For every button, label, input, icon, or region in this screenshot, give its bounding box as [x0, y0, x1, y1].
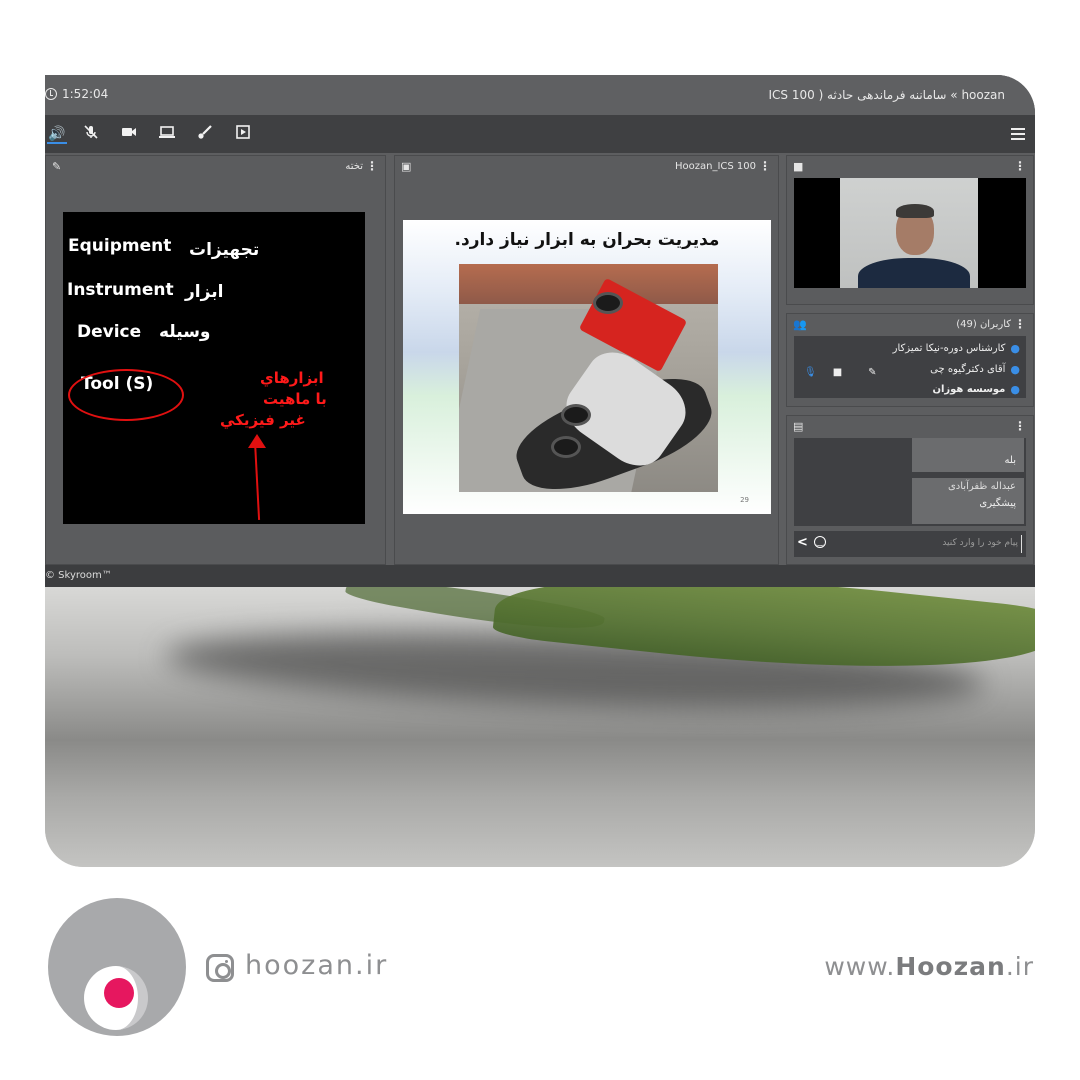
board-text-instrument-fa: ابزار	[185, 282, 224, 302]
clock-icon	[45, 88, 57, 100]
presentation-panel: ▣ Hoozan_ICS 100 ⋮ مدیریت بحران به ابزار…	[394, 155, 779, 565]
users-panel: 👥 کاربران (49) ⋮ ● کارشناس دوره-نیکا تمی…	[786, 313, 1034, 407]
more-options-icon[interactable]: ⋮	[1014, 419, 1026, 433]
timer-text: 1:52:04	[62, 87, 109, 101]
presenter-body	[858, 258, 970, 288]
chat-message-text: بله	[1004, 455, 1016, 466]
more-options-icon[interactable]: ⋮	[759, 159, 771, 173]
user-icon: ●	[1010, 362, 1020, 376]
user-item[interactable]: ● کارشناس دوره-نیکا تمیزکار	[893, 339, 1020, 357]
footer-bar: © Skyroom™	[45, 565, 1035, 587]
website-suffix: .ir	[1005, 952, 1034, 981]
user-permissions: 🎙 ■ ✎	[804, 367, 877, 378]
mic-icon[interactable]: 🎙	[804, 367, 817, 378]
user-icon: ●	[1010, 382, 1020, 396]
hoozan-logo-dot	[104, 978, 134, 1008]
screenshot-card: 1:52:04 hoozan » ساماننه فرماندهی حادثه …	[45, 75, 1035, 867]
website-name: Hoozan	[895, 952, 1006, 981]
pencil-icon[interactable]: ✎	[52, 160, 61, 173]
website-prefix: www.	[824, 952, 896, 981]
toolbar: 🔊	[45, 115, 1035, 153]
website-url: www.Hoozan.ir	[824, 952, 1034, 981]
screen-share-icon[interactable]	[157, 124, 177, 144]
more-options-icon[interactable]: ⋮	[366, 159, 378, 173]
red-arrow-line	[253, 440, 261, 520]
more-options-icon[interactable]: ⋮	[1014, 317, 1026, 331]
slide: مدیریت بحران به ابزار نیاز دارد. 29	[403, 220, 771, 514]
play-icon[interactable]	[233, 124, 253, 144]
user-icon: ●	[1010, 341, 1020, 355]
camera-icon[interactable]	[119, 124, 139, 144]
camera-icon[interactable]: ■	[793, 160, 803, 173]
photo-wheel	[561, 404, 591, 426]
user-name: موسسه هوزان	[932, 383, 1006, 395]
board-note-line-1: ابزارهاي	[260, 369, 324, 387]
user-item[interactable]: ● موسسه هوزان	[932, 380, 1020, 398]
user-name: آقای دکترگیوه چی	[930, 363, 1006, 375]
board-note-line-2: با ماهيت	[263, 390, 327, 408]
video-stream[interactable]	[794, 178, 1026, 288]
users-header: 👥 کاربران (49) ⋮	[787, 314, 1033, 336]
whiteboard-panel: ✎ تخته ⋮ Equipment تجهیزات Instrument اب…	[45, 155, 386, 565]
slide-heading: مدیریت بحران به ابزار نیاز دارد.	[454, 230, 720, 250]
red-arrow-head	[248, 434, 266, 448]
slide-number: 29	[740, 496, 749, 504]
brush-icon[interactable]	[195, 124, 215, 144]
chat-icon: ▤	[793, 420, 804, 433]
board-note-line-3: غير فيزيکي	[220, 411, 306, 429]
presenter-hair	[896, 204, 934, 218]
speaker-icon[interactable]: 🔊	[47, 124, 67, 144]
slide-photo	[459, 264, 718, 492]
presentation-title: Hoozan_ICS 100	[674, 161, 756, 172]
chat-input[interactable]: پیام خود را وارد کنید < ‿	[794, 531, 1026, 557]
menu-icon[interactable]	[1011, 128, 1025, 140]
users-list: ● کارشناس دوره-نیکا تمیزکار ● آقای دکترگ…	[794, 336, 1026, 398]
presenter-video	[840, 178, 978, 288]
session-timer: 1:52:04	[45, 87, 108, 101]
board-text-device-fa: وسیله	[159, 322, 211, 342]
send-icon[interactable]: <	[797, 535, 808, 550]
chat-panel: ▤ ⋮ بله عبداله ظفرآبادی پیشگیری پیام خود…	[786, 415, 1034, 565]
whiteboard-title: تخته	[345, 161, 363, 172]
copyright: © Skyroom™	[45, 570, 112, 581]
chat-message: بله	[912, 438, 1024, 472]
brush-icon[interactable]: ✎	[868, 367, 876, 378]
chat-message: عبداله ظفرآبادی پیشگیری	[912, 478, 1024, 524]
photo-wheel	[551, 436, 581, 458]
board-text-instrument: Instrument	[67, 280, 174, 300]
camera-icon[interactable]: ■	[833, 367, 842, 378]
users-icon: 👥	[793, 318, 807, 331]
photo-building	[459, 264, 718, 304]
instagram-handle: hoozan.ir	[245, 950, 389, 981]
whiteboard-header: ✎ تخته ⋮	[46, 156, 385, 178]
more-options-icon[interactable]: ⋮	[1014, 159, 1026, 173]
chat-placeholder: پیام خود را وارد کنید	[942, 538, 1018, 548]
user-name: کارشناس دوره-نیکا تمیزکار	[892, 342, 1006, 354]
emoji-icon[interactable]: ‿	[814, 536, 826, 548]
photo-wheel	[593, 292, 623, 314]
chat-messages: بله عبداله ظفرآبادی پیشگیری	[794, 438, 1026, 526]
chat-message-text: پیشگیری	[979, 498, 1016, 509]
chat-header: ▤ ⋮	[787, 416, 1033, 438]
title-bar: 1:52:04 hoozan » ساماننه فرماندهی حادثه …	[45, 75, 1035, 115]
instagram-icon	[206, 954, 234, 982]
mic-muted-icon[interactable]	[81, 124, 101, 144]
red-circle-annotation	[68, 369, 184, 421]
video-header: ■ ⋮	[787, 156, 1033, 178]
board-text-equipment-fa: تجهیزات	[189, 240, 260, 260]
play-icon[interactable]: ▣	[401, 160, 411, 173]
presentation-header: ▣ Hoozan_ICS 100 ⋮	[395, 156, 778, 178]
skyroom-app: 1:52:04 hoozan » ساماننه فرماندهی حادثه …	[45, 75, 1035, 587]
video-panel: ■ ⋮	[786, 155, 1034, 305]
users-title: کاربران (49)	[956, 319, 1011, 330]
board-text-device: Device	[77, 322, 142, 342]
chat-author: عبداله ظفرآبادی	[947, 481, 1016, 492]
board-text-equipment: Equipment	[68, 236, 172, 256]
user-item[interactable]: ● آقای دکترگیوه چی	[930, 360, 1020, 378]
whiteboard-canvas[interactable]: Equipment تجهیزات Instrument ابزار Devic…	[63, 212, 365, 524]
text-caret	[1021, 535, 1022, 553]
room-title: hoozan » ساماننه فرماندهی حادثه ( ICS 10…	[768, 88, 1005, 102]
